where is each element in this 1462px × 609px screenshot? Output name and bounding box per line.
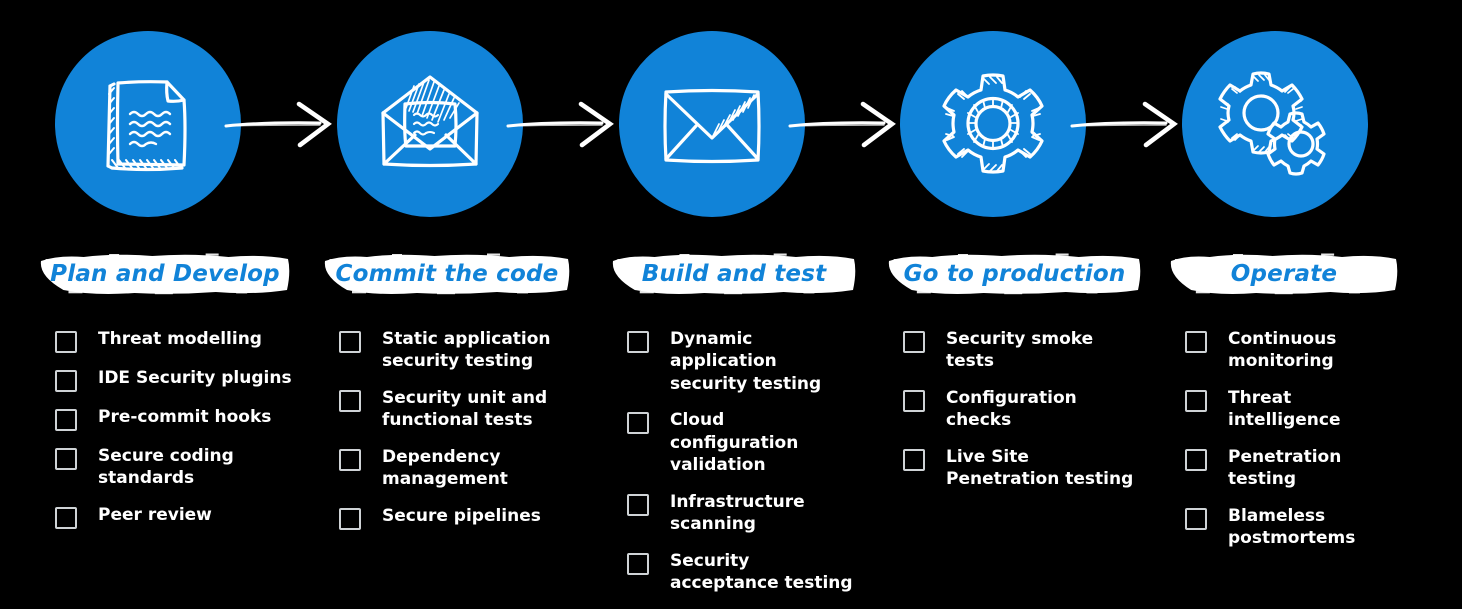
checklist-item-label: Static application security testing	[382, 329, 551, 372]
checklist-item[interactable]: Dynamic application security testing	[627, 328, 858, 395]
checkbox-icon[interactable]	[339, 448, 361, 471]
flow-arrow-icon	[788, 100, 910, 148]
stage-title-build-and-test: Build and test	[641, 261, 827, 287]
stage-banner-commit-the-code: Commit the code	[322, 252, 572, 296]
stage-column-plan-and-develop: Plan and Develop Threat modelling IDE Secu…	[38, 252, 292, 529]
checklist-item-label: Cloud configuration validation	[670, 410, 799, 476]
flow-arrow-icon	[224, 100, 346, 148]
checkbox-icon[interactable]	[1185, 448, 1207, 471]
checklist-item[interactable]: Peer review	[55, 504, 292, 529]
checklist-item-label: Secure pipelines	[382, 505, 541, 526]
stage-title-go-to-production: Go to production	[903, 261, 1126, 287]
checkbox-icon[interactable]	[339, 507, 361, 530]
checklist-item[interactable]: Penetration testing	[1185, 446, 1400, 491]
checkbox-icon[interactable]	[55, 506, 77, 529]
flow-arrow-icon	[1070, 100, 1192, 148]
closed-envelope-icon	[652, 64, 772, 184]
checklist-item-label: Security unit and functional tests	[382, 387, 548, 431]
checklist-item-label: IDE Security plugins	[98, 368, 292, 388]
checkbox-icon[interactable]	[627, 493, 649, 516]
stage-banner-build-and-test: Build and test	[610, 252, 858, 296]
checklist-item[interactable]: Secure coding standards	[55, 445, 292, 490]
checklist-item-label: Pre-commit hooks	[98, 407, 272, 427]
checkbox-icon[interactable]	[627, 412, 649, 435]
gears-icon	[1215, 64, 1335, 184]
checkbox-icon[interactable]	[55, 409, 77, 431]
document-icon	[88, 64, 208, 184]
checkbox-icon[interactable]	[1185, 389, 1207, 412]
stage-circle-plan-and-develop	[55, 31, 241, 217]
checklist-item[interactable]: Static application security testing	[339, 328, 572, 373]
checklist-item[interactable]: Threat modelling	[55, 328, 292, 353]
checklist-build-and-test: Dynamic application security testing Clou…	[627, 328, 858, 608]
stage-circle-go-to-production	[900, 31, 1086, 217]
checklist-item[interactable]: Security unit and functional tests	[339, 387, 572, 432]
checklist-item[interactable]: Dependency management	[339, 446, 572, 491]
checkbox-icon[interactable]	[1185, 507, 1207, 530]
checkbox-icon[interactable]	[55, 370, 77, 392]
flow-arrow-icon	[506, 100, 628, 148]
stage-title-operate: Operate	[1230, 261, 1338, 287]
stage-title-plan-and-develop: Plan and Develop	[50, 261, 280, 287]
stage-circle-operate	[1182, 31, 1368, 217]
checklist-item[interactable]: Configuration checks	[903, 387, 1143, 432]
stage-column-operate: Operate Continuous monitoring Threat intel…	[1168, 252, 1400, 548]
checkbox-icon[interactable]	[1185, 331, 1207, 353]
stage-banner-operate: Operate	[1168, 252, 1400, 296]
open-envelope-icon	[370, 64, 490, 184]
stage-column-go-to-production: Go to production Security smoke tests Conf…	[886, 252, 1143, 489]
checklist-commit-the-code: Static application security testing Secur…	[339, 328, 572, 544]
checklist-item[interactable]: Infrastructure scanning	[627, 491, 858, 536]
checklist-item-label: Infrastructure scanning	[670, 491, 805, 535]
stage-title-commit-the-code: Commit the code	[335, 261, 559, 287]
checklist-item[interactable]: Secure pipelines	[339, 505, 572, 530]
checklist-item[interactable]: Continuous monitoring	[1185, 328, 1400, 373]
checklist-item[interactable]: Cloud configuration validation	[627, 409, 858, 476]
checklist-item-label: Continuous monitoring	[1228, 329, 1337, 372]
checklist-item[interactable]: Blameless postmortems	[1185, 505, 1400, 550]
checkbox-icon[interactable]	[903, 389, 925, 412]
stage-column-build-and-test: Build and test Dynamic application securi…	[610, 252, 858, 593]
checklist-item-label: Threat intelligence	[1228, 387, 1341, 431]
stage-banner-plan-and-develop: Plan and Develop	[38, 252, 292, 296]
checkbox-icon[interactable]	[339, 331, 361, 353]
infographic-canvas: Plan and Develop Threat modelling IDE Secu…	[0, 0, 1462, 609]
checkbox-icon[interactable]	[627, 552, 649, 575]
checklist-plan-and-develop: Threat modelling IDE Security plugins Pre-…	[55, 328, 292, 543]
checkbox-icon[interactable]	[627, 331, 649, 353]
checkbox-icon[interactable]	[55, 331, 77, 353]
checklist-item-label: Threat modelling	[98, 329, 262, 349]
checklist-item[interactable]: Security smoke tests	[903, 328, 1143, 373]
checklist-go-to-production: Security smoke tests Configuration checks…	[903, 328, 1143, 505]
checklist-item-label: Security acceptance testing	[670, 550, 853, 593]
checkbox-icon[interactable]	[339, 389, 361, 412]
checklist-item-label: Secure coding standards	[98, 446, 234, 489]
checklist-item[interactable]: Live Site Penetration testing	[903, 446, 1143, 491]
checklist-item-label: Dynamic application security testing	[670, 329, 822, 394]
stage-banner-go-to-production: Go to production	[886, 252, 1143, 296]
checklist-item[interactable]: IDE Security plugins	[55, 367, 292, 392]
checklist-operate: Continuous monitoring Threat intelligence…	[1185, 328, 1400, 564]
stage-circle-commit-the-code	[337, 31, 523, 217]
checklist-item-label: Security smoke tests	[946, 329, 1094, 372]
checklist-item-label: Live Site Penetration testing	[946, 446, 1134, 490]
gear-icon	[933, 64, 1053, 184]
checklist-item[interactable]: Pre-commit hooks	[55, 406, 292, 431]
stage-column-commit-the-code: Commit the code Static application securi…	[322, 252, 572, 530]
checklist-item-label: Dependency management	[382, 446, 508, 490]
checklist-item-label: Peer review	[98, 504, 212, 525]
checklist-item-label: Penetration testing	[1228, 446, 1342, 490]
stage-circle-build-and-test	[619, 31, 805, 217]
checklist-item[interactable]: Security acceptance testing	[627, 550, 858, 595]
checklist-item[interactable]: Threat intelligence	[1185, 387, 1400, 432]
checklist-item-label: Blameless postmortems	[1228, 505, 1356, 549]
checkbox-icon[interactable]	[55, 448, 77, 470]
checkbox-icon[interactable]	[903, 448, 925, 471]
checkbox-icon[interactable]	[903, 331, 925, 353]
checklist-item-label: Configuration checks	[946, 387, 1077, 431]
